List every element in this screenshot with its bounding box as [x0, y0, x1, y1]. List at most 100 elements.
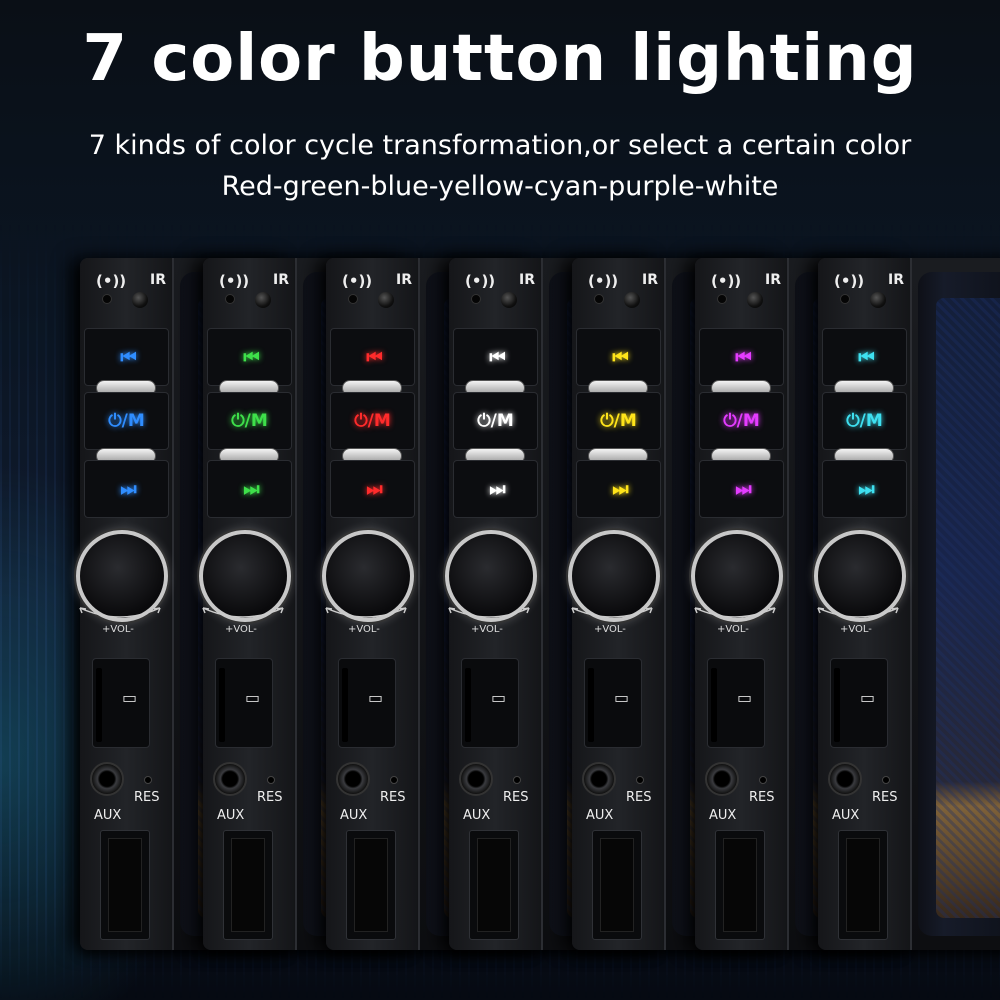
previous-track-button[interactable]: ⏮ [330, 328, 415, 386]
sd-slot-opening [465, 668, 471, 742]
aux-label: AUX [832, 808, 860, 823]
volume-label: +VOL- [717, 624, 749, 635]
reset-label: RES [380, 790, 406, 805]
aux-jack[interactable] [582, 762, 616, 796]
aux-jack[interactable] [705, 762, 739, 796]
next-track-button[interactable]: ⏭ [453, 460, 538, 518]
control-faceplate: (•)) IR ⏮ ⏻/M ⏭ +VOL- ▭ RES AUX [322, 258, 420, 950]
next-icon: ⏭ [243, 478, 259, 500]
bluetooth-icon: (•)) [342, 272, 373, 290]
next-track-button[interactable]: ⏭ [822, 460, 907, 518]
sd-card-icon: ▭ [368, 688, 384, 707]
power-icon: ⏻/M [846, 411, 883, 431]
aux-jack[interactable] [213, 762, 247, 796]
power-mode-button[interactable]: ⏻/M [84, 392, 169, 450]
reset-label: RES [626, 790, 652, 805]
aux-jack[interactable] [459, 762, 493, 796]
sd-slot-opening [219, 668, 225, 742]
aux-label: AUX [709, 808, 737, 823]
sd-slot-opening [342, 668, 348, 742]
reset-label: RES [134, 790, 160, 805]
previous-track-button[interactable]: ⏮ [699, 328, 784, 386]
bluetooth-icon: (•)) [834, 272, 865, 290]
next-track-button[interactable]: ⏭ [699, 460, 784, 518]
power-mode-button[interactable]: ⏻/M [822, 392, 907, 450]
subtitle-line-1: 7 kinds of color cycle transformation,or… [88, 130, 912, 161]
next-icon: ⏭ [735, 478, 751, 500]
bluetooth-icon: (•)) [588, 272, 619, 290]
previous-track-button[interactable]: ⏮ [207, 328, 292, 386]
volume-arc-arrows [571, 607, 653, 618]
sd-card-icon: ▭ [614, 688, 630, 707]
control-faceplate: (•)) IR ⏮ ⏻/M ⏭ +VOL- ▭ RES AUX [199, 258, 297, 950]
usb-port [354, 838, 388, 932]
previous-icon: ⏮ [612, 346, 628, 368]
reset-button[interactable] [759, 776, 767, 784]
aux-jack[interactable] [90, 762, 124, 796]
sd-slot-opening [834, 668, 840, 742]
ir-sensor [255, 292, 271, 308]
aux-label: AUX [340, 808, 368, 823]
ir-label: IR [765, 272, 781, 288]
reset-button[interactable] [513, 776, 521, 784]
reset-label: RES [749, 790, 775, 805]
power-mode-button[interactable]: ⏻/M [453, 392, 538, 450]
reset-button[interactable] [390, 776, 398, 784]
next-track-button[interactable]: ⏭ [207, 460, 292, 518]
aux-jack[interactable] [828, 762, 862, 796]
next-icon: ⏭ [612, 478, 628, 500]
volume-arc-arrows [79, 607, 161, 618]
next-track-button[interactable]: ⏭ [84, 460, 169, 518]
ir-label: IR [396, 272, 412, 288]
aux-jack[interactable] [336, 762, 370, 796]
reset-button[interactable] [144, 776, 152, 784]
sd-card-icon: ▭ [122, 688, 138, 707]
power-mode-button[interactable]: ⏻/M [699, 392, 784, 450]
car-radio-unit-cyan: (•)) IR ⏮ ⏻/M ⏭ +VOL- ▭ RES AUX [814, 258, 1000, 950]
bluetooth-icon: (•)) [465, 272, 496, 290]
bluetooth-icon: (•)) [219, 272, 250, 290]
bluetooth-icon: (•)) [96, 272, 127, 290]
previous-track-button[interactable]: ⏮ [84, 328, 169, 386]
previous-track-button[interactable]: ⏮ [576, 328, 661, 386]
power-mode-button[interactable]: ⏻/M [207, 392, 292, 450]
volume-arc-arrows [325, 607, 407, 618]
screen-display [936, 298, 1000, 918]
bluetooth-icon: (•)) [711, 272, 742, 290]
volume-label: +VOL- [102, 624, 134, 635]
sd-card-icon: ▭ [737, 688, 753, 707]
power-mode-button[interactable]: ⏻/M [330, 392, 415, 450]
reset-button[interactable] [882, 776, 890, 784]
next-track-button[interactable]: ⏭ [330, 460, 415, 518]
ir-label: IR [888, 272, 904, 288]
usb-port [600, 838, 634, 932]
subtitle-line-2: Red-green-blue-yellow-cyan-purple-white [221, 171, 779, 202]
reset-button[interactable] [636, 776, 644, 784]
volume-arc-arrows [448, 607, 530, 618]
ir-label: IR [273, 272, 289, 288]
reset-label: RES [503, 790, 529, 805]
reset-button[interactable] [267, 776, 275, 784]
control-faceplate: (•)) IR ⏮ ⏻/M ⏭ +VOL- ▭ RES AUX [814, 258, 912, 950]
usb-port [477, 838, 511, 932]
headline: 7 color button lighting [82, 22, 918, 96]
microphone-hole [594, 294, 604, 304]
sd-card-icon: ▭ [860, 688, 876, 707]
sd-card-icon: ▭ [491, 688, 507, 707]
microphone-hole [717, 294, 727, 304]
next-icon: ⏭ [366, 478, 382, 500]
power-mode-button[interactable]: ⏻/M [576, 392, 661, 450]
volume-label: +VOL- [840, 624, 872, 635]
next-track-button[interactable]: ⏭ [576, 460, 661, 518]
control-faceplate: (•)) IR ⏮ ⏻/M ⏭ +VOL- ▭ RES AUX [691, 258, 789, 950]
aux-label: AUX [586, 808, 614, 823]
volume-label: +VOL- [594, 624, 626, 635]
power-icon: ⏻/M [723, 411, 760, 431]
ir-label: IR [642, 272, 658, 288]
sd-slot-opening [711, 668, 717, 742]
control-faceplate: (•)) IR ⏮ ⏻/M ⏭ +VOL- ▭ RES AUX [445, 258, 543, 950]
previous-track-button[interactable]: ⏮ [453, 328, 538, 386]
microphone-hole [348, 294, 358, 304]
volume-arc-arrows [202, 607, 284, 618]
previous-track-button[interactable]: ⏮ [822, 328, 907, 386]
